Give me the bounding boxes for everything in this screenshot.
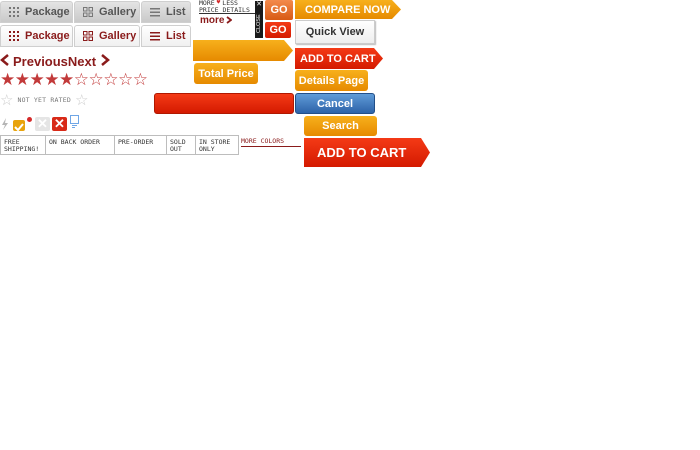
star-empty-icon: ☆ <box>88 70 104 89</box>
star-empty-icon: ☆ <box>132 70 148 89</box>
go-button-orange[interactable]: GO <box>265 0 293 20</box>
close-disabled-icon[interactable]: ✕ <box>35 117 50 131</box>
in-store-only-label: IN STORE ONLY <box>195 135 239 155</box>
lightning-icon <box>2 117 8 135</box>
previous-link[interactable]: Previous <box>13 54 68 69</box>
go-button-red[interactable]: GO <box>265 22 291 38</box>
orange-arrow-bar[interactable] <box>193 40 293 61</box>
status-icons: ✕ ✕ <box>2 114 82 132</box>
add-to-cart-large-label: ADD TO CART <box>317 145 407 160</box>
tab-label: Package <box>25 6 70 18</box>
add-to-cart-button-small[interactable]: ADD TO CART <box>295 48 383 69</box>
add-to-cart-button-large[interactable]: ADD TO CART <box>304 138 430 167</box>
star-empty-icon: ☆ <box>73 70 89 89</box>
add-to-cart-label: ADD TO CART <box>300 52 376 65</box>
go-label: GO <box>270 4 288 16</box>
cancel-button[interactable]: Cancel <box>295 93 375 114</box>
tab-label: Gallery <box>99 30 137 42</box>
tab-gallery-grey[interactable]: Gallery <box>74 1 140 23</box>
sold-out-label: SOLD OUT <box>166 135 196 155</box>
star-filled-icon: ★ <box>29 70 45 89</box>
red-wide-button[interactable] <box>154 93 294 114</box>
tab-label: Package <box>25 30 70 42</box>
quick-view-button[interactable]: Quick View <box>295 20 375 44</box>
package-view-icon <box>9 31 19 41</box>
close-icon[interactable]: ✕ <box>52 117 67 131</box>
star-filled-icon: ★ <box>14 70 30 89</box>
more-colors-link[interactable]: MORE COLORS <box>241 137 301 147</box>
gallery-view-icon <box>83 31 93 41</box>
compare-now-label: COMPARE NOW <box>305 3 391 16</box>
pager: Previous Next <box>0 53 120 69</box>
list-view-icon <box>150 7 160 17</box>
tab-label: List <box>166 6 186 18</box>
pre-order-label: PRE-ORDER <box>114 135 167 155</box>
more-link-label: more <box>200 14 225 26</box>
star-outline-icon: ☆ <box>74 92 89 109</box>
red-dot-icon <box>27 117 32 122</box>
total-price-label: Total Price <box>198 67 254 80</box>
search-label: Search <box>322 120 359 132</box>
close-vertical-bar[interactable]: ✕ CLOSE <box>255 1 263 38</box>
next-link[interactable]: Next <box>68 54 96 69</box>
star-empty-icon: ☆ <box>118 70 133 89</box>
free-shipping-label: FREE SHIPPING! <box>0 135 46 155</box>
check-icon[interactable] <box>13 120 25 132</box>
search-button[interactable]: Search <box>304 116 377 136</box>
list-view-icon <box>150 31 160 41</box>
total-price-button[interactable]: Total Price <box>194 63 258 84</box>
tab-label: List <box>166 30 186 42</box>
details-page-label: Details Page <box>298 74 365 87</box>
chevron-right-icon <box>226 11 233 29</box>
back-order-label: ON BACK ORDER <box>45 135 115 155</box>
tab-gallery-active[interactable]: Gallery <box>74 25 140 47</box>
not-rated-row: ☆ NOT YET RATED ☆ <box>0 92 95 109</box>
gallery-view-icon <box>83 7 93 17</box>
star-filled-icon: ★ <box>59 70 74 89</box>
close-vertical-label: CLOSE <box>256 14 262 34</box>
star-outline-icon: ☆ <box>0 92 14 109</box>
star-filled-icon: ★ <box>0 70 15 89</box>
quick-view-label: Quick View <box>305 26 365 38</box>
tab-package-grey[interactable]: Package <box>0 1 73 23</box>
help-icon[interactable] <box>70 115 79 128</box>
compare-now-button[interactable]: COMPARE NOW <box>295 0 401 19</box>
details-page-button[interactable]: Details Page <box>295 70 368 91</box>
package-view-icon <box>9 7 19 17</box>
chevron-left-icon[interactable] <box>0 53 10 69</box>
tab-package-active[interactable]: Package <box>0 25 73 47</box>
go-label: GO <box>269 24 287 36</box>
close-x-icon: ✕ <box>256 1 262 8</box>
star-empty-icon: ☆ <box>103 70 118 89</box>
tab-list-grey[interactable]: List <box>141 1 191 23</box>
not-rated-label: NOT YET RATED <box>17 96 71 104</box>
star-filled-icon: ★ <box>44 70 59 89</box>
chevron-right-icon[interactable] <box>100 53 111 69</box>
star-rating[interactable]: ★★★★★☆☆☆☆☆ <box>0 71 175 89</box>
tab-label: Gallery <box>99 6 137 18</box>
tab-list-active[interactable]: List <box>141 25 191 47</box>
more-link[interactable]: more <box>200 14 245 26</box>
cancel-label: Cancel <box>316 97 354 110</box>
